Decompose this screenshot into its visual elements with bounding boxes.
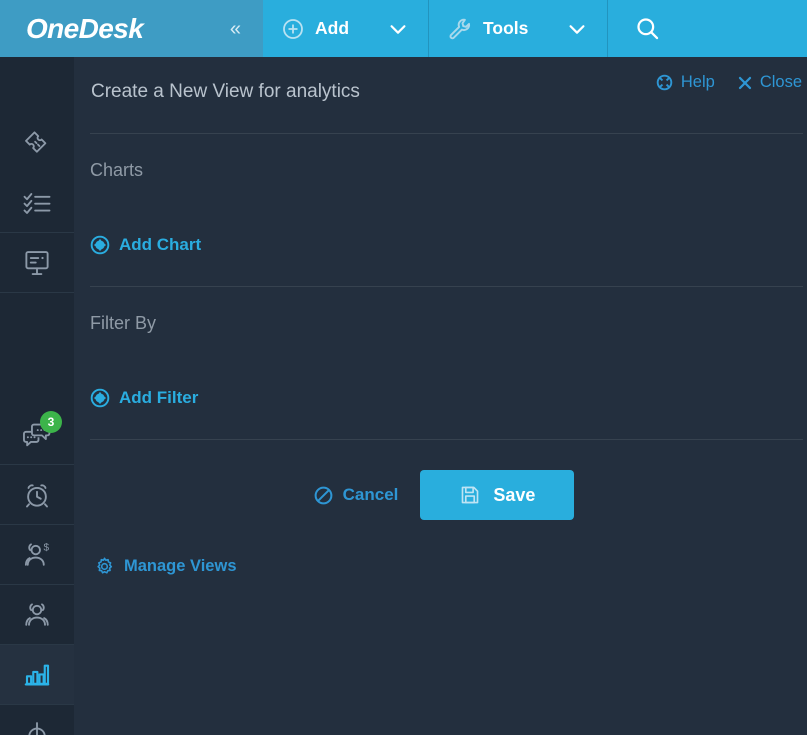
- app-window: OneDesk « Add Tools 3 $ Create a New Vie…: [0, 0, 807, 735]
- sidebar-item-users[interactable]: [0, 585, 74, 645]
- add-menu-caret[interactable]: [367, 0, 430, 57]
- sidebar-item-tickets[interactable]: [0, 113, 74, 173]
- action-button-row: Cancel Save: [74, 440, 807, 520]
- charts-section: Charts Add Chart: [74, 134, 807, 286]
- filter-section: Filter By Add Filter: [74, 287, 807, 439]
- sidebar-middle-spacer-2: [0, 349, 74, 405]
- target-icon: [22, 720, 52, 735]
- svg-text:$: $: [44, 543, 50, 554]
- content-header: Create a New View for analytics Help Clo…: [74, 57, 807, 133]
- ban-icon: [313, 485, 334, 506]
- sidebar-item-customers[interactable]: $: [0, 525, 74, 585]
- plus-circle-filled-icon: [90, 388, 110, 408]
- manage-views-button[interactable]: Manage Views: [94, 556, 237, 577]
- wrench-icon: [447, 16, 473, 42]
- ticket-icon: [22, 128, 52, 158]
- manage-views-label: Manage Views: [124, 557, 237, 575]
- filter-section-spacer: [90, 413, 807, 439]
- save-label: Save: [493, 484, 536, 505]
- sidebar-item-settings[interactable]: [0, 705, 74, 735]
- close-button[interactable]: Close: [737, 73, 802, 92]
- left-sidebar: 3 $: [0, 57, 74, 735]
- close-x-icon: [737, 75, 753, 91]
- help-label: Help: [680, 73, 715, 91]
- customer-dollar-icon: $: [22, 540, 52, 570]
- add-filter-label: Add Filter: [119, 388, 199, 407]
- top-nav-actions: Add Tools: [263, 0, 807, 57]
- presentation-board-icon: [22, 248, 52, 278]
- sidebar-item-tasks[interactable]: [0, 173, 74, 233]
- alarm-clock-icon: [22, 480, 52, 510]
- tools-menu-label: Tools: [483, 18, 529, 38]
- messages-unread-badge: 3: [40, 411, 62, 433]
- header-actions: Help Close: [655, 73, 802, 92]
- lifebuoy-icon: [655, 73, 674, 92]
- chevron-down-icon: [566, 18, 588, 40]
- save-button[interactable]: Save: [420, 470, 575, 520]
- manage-views-row: Manage Views: [74, 520, 807, 582]
- sidebar-item-analytics[interactable]: [0, 645, 74, 705]
- logo-zone: OneDesk «: [0, 0, 263, 57]
- cancel-label: Cancel: [342, 485, 399, 504]
- search-icon: [634, 15, 661, 42]
- sidebar-middle-spacer: [0, 293, 74, 349]
- add-chart-label: Add Chart: [119, 235, 202, 254]
- checklist-icon: [22, 188, 52, 218]
- plus-circle-icon: [281, 17, 305, 41]
- charts-section-label: Charts: [90, 160, 144, 180]
- tools-menu-button[interactable]: Tools: [429, 0, 546, 57]
- gear-icon: [94, 556, 115, 577]
- floppy-disk-icon: [459, 484, 481, 506]
- collapse-sidebar-button[interactable]: «: [224, 15, 247, 43]
- users-icon: [22, 600, 52, 630]
- main-content-panel: Create a New View for analytics Help Clo…: [74, 57, 807, 735]
- filter-section-label: Filter By: [90, 313, 157, 333]
- add-menu-label: Add: [315, 18, 350, 38]
- close-label: Close: [759, 73, 802, 91]
- sidebar-item-messages[interactable]: 3: [0, 405, 74, 465]
- chevron-down-icon: [387, 18, 409, 40]
- tools-menu-caret[interactable]: [546, 0, 609, 57]
- help-button[interactable]: Help: [655, 73, 715, 92]
- add-chart-button[interactable]: Add Chart: [90, 235, 201, 255]
- onedesk-logo: OneDesk: [26, 12, 144, 44]
- cancel-button[interactable]: Cancel: [307, 475, 405, 516]
- sidebar-item-timesheets[interactable]: [0, 465, 74, 525]
- bar-chart-icon: [22, 660, 52, 690]
- plus-circle-filled-icon: [90, 235, 110, 255]
- search-button[interactable]: [608, 0, 687, 57]
- page-title: Create a New View for analytics: [91, 81, 360, 102]
- add-filter-button[interactable]: Add Filter: [90, 388, 198, 408]
- add-menu-button[interactable]: Add: [263, 0, 367, 57]
- sidebar-top-spacer: [0, 57, 74, 113]
- charts-section-spacer: [90, 260, 807, 286]
- top-navigation-bar: OneDesk « Add Tools: [0, 0, 807, 57]
- sidebar-item-projects[interactable]: [0, 233, 74, 293]
